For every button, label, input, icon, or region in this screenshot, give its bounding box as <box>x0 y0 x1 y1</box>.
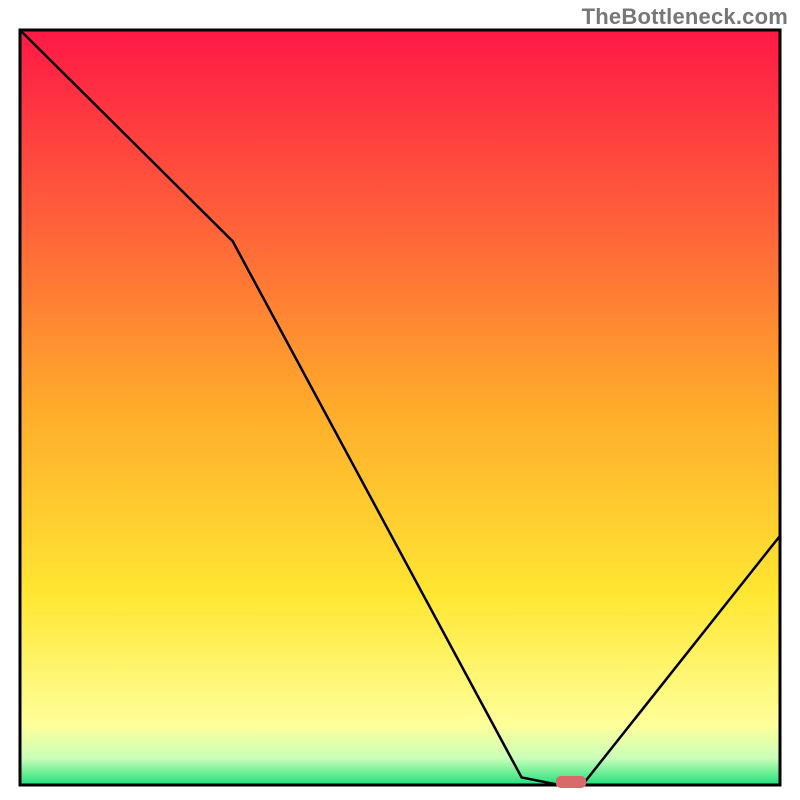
bottleneck-chart <box>0 0 800 800</box>
optimum-marker <box>556 776 586 788</box>
chart-container: TheBottleneck.com <box>0 0 800 800</box>
watermark-text: TheBottleneck.com <box>582 4 788 30</box>
